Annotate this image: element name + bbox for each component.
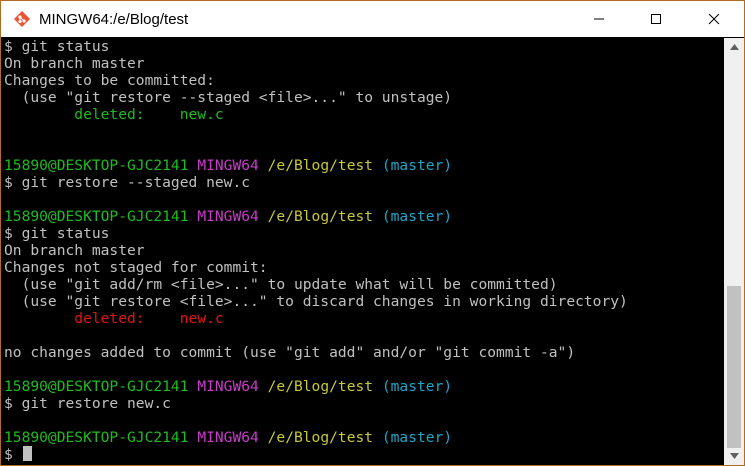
output-line: no changes added to commit (use "git add… bbox=[1, 344, 723, 361]
prompt-system: MINGW64 bbox=[197, 157, 259, 174]
status-file-line: deleted: new.c bbox=[1, 310, 723, 327]
output-line: Changes to be committed: bbox=[1, 72, 723, 89]
output-text: Changes not staged for commit: bbox=[4, 259, 268, 276]
output-line: $ git restore new.c bbox=[1, 395, 723, 412]
prompt-system: MINGW64 bbox=[197, 378, 259, 395]
close-icon bbox=[708, 10, 720, 29]
output-text: $ git status bbox=[4, 38, 110, 55]
output-text: On branch master bbox=[4, 55, 145, 72]
output-text: (use "git restore --staged <file>..." to… bbox=[4, 89, 453, 106]
file-status-text: deleted: new.c bbox=[4, 310, 224, 327]
output-line: (use "git restore <file>..." to discard … bbox=[1, 293, 723, 310]
maximize-icon bbox=[650, 10, 662, 29]
prompt-path: /e/Blog/test bbox=[267, 208, 374, 225]
prompt-line: 15890@DESKTOP-GJC2141 MINGW64 /e/Blog/te… bbox=[1, 157, 723, 174]
output-line: On branch master bbox=[1, 242, 723, 259]
output-text: no changes added to commit (use "git add… bbox=[4, 344, 576, 361]
output-line: (use "git restore --staged <file>..." to… bbox=[1, 89, 723, 106]
scroll-down-arrow-icon[interactable] bbox=[724, 447, 744, 465]
prompt-line: 15890@DESKTOP-GJC2141 MINGW64 /e/Blog/te… bbox=[1, 378, 723, 395]
prompt-path: /e/Blog/test bbox=[267, 378, 374, 395]
prompt-branch: (master) bbox=[381, 429, 453, 446]
prompt-branch: (master) bbox=[381, 208, 453, 225]
input-line: $ bbox=[1, 446, 723, 463]
output-text: $ git status bbox=[4, 225, 110, 242]
output-text: On branch master bbox=[4, 242, 145, 259]
prompt-user-host: 15890@DESKTOP-GJC2141 bbox=[4, 429, 189, 446]
command-prompt-symbol: $ bbox=[4, 446, 22, 463]
file-status-text: deleted: new.c bbox=[4, 106, 224, 123]
output-text: $ git restore --staged new.c bbox=[4, 174, 251, 191]
output-text: (use "git restore <file>..." to discard … bbox=[4, 293, 628, 310]
maximize-button[interactable] bbox=[633, 1, 679, 37]
output-line: Changes not staged for commit: bbox=[1, 259, 723, 276]
text-cursor bbox=[22, 446, 32, 461]
output-text: $ git restore new.c bbox=[4, 395, 171, 412]
output-text: Changes to be committed: bbox=[4, 72, 215, 89]
output-text: (use "git add/rm <file>..." to update wh… bbox=[4, 276, 558, 293]
prompt-user-host: 15890@DESKTOP-GJC2141 bbox=[4, 157, 189, 174]
window-title: MINGW64:/e/Blog/test bbox=[39, 10, 189, 28]
terminal-output[interactable]: $ git status On branch master Changes to b… bbox=[1, 38, 723, 465]
output-line: (use "git add/rm <file>..." to update wh… bbox=[1, 276, 723, 293]
scrollbar-thumb[interactable] bbox=[727, 286, 741, 448]
close-button[interactable] bbox=[691, 1, 737, 37]
output-line: $ git status bbox=[1, 38, 723, 55]
minimize-button[interactable] bbox=[576, 1, 622, 37]
git-bash-icon[interactable] bbox=[13, 10, 31, 28]
prompt-path: /e/Blog/test bbox=[267, 157, 374, 174]
prompt-system: MINGW64 bbox=[197, 208, 259, 225]
prompt-user-host: 15890@DESKTOP-GJC2141 bbox=[4, 208, 189, 225]
prompt-user-host: 15890@DESKTOP-GJC2141 bbox=[4, 378, 189, 395]
terminal-window: MINGW64:/e/Blog/test $ git status On bran… bbox=[0, 0, 745, 466]
prompt-branch: (master) bbox=[381, 157, 453, 174]
output-line: On branch master bbox=[1, 55, 723, 72]
vertical-scrollbar[interactable] bbox=[724, 38, 744, 465]
output-line: $ git status bbox=[1, 225, 723, 242]
title-bar[interactable]: MINGW64:/e/Blog/test bbox=[1, 1, 744, 37]
prompt-line: 15890@DESKTOP-GJC2141 MINGW64 /e/Blog/te… bbox=[1, 208, 723, 225]
prompt-path: /e/Blog/test bbox=[267, 429, 374, 446]
minimize-icon bbox=[593, 10, 605, 29]
prompt-system: MINGW64 bbox=[197, 429, 259, 446]
status-file-line: deleted: new.c bbox=[1, 106, 723, 123]
scroll-up-arrow-icon[interactable] bbox=[724, 38, 744, 56]
prompt-branch: (master) bbox=[381, 378, 453, 395]
prompt-line: 15890@DESKTOP-GJC2141 MINGW64 /e/Blog/te… bbox=[1, 429, 723, 446]
output-line: $ git restore --staged new.c bbox=[1, 174, 723, 191]
